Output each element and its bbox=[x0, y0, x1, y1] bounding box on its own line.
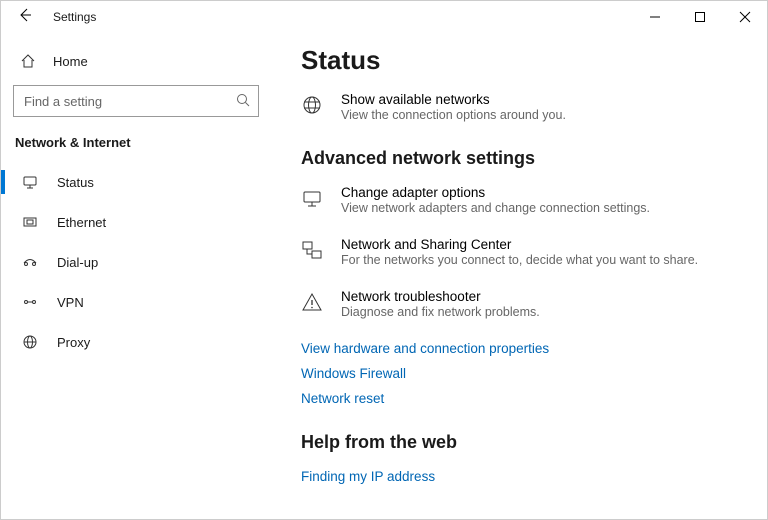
option-title: Show available networks bbox=[341, 92, 566, 107]
show-available-networks[interactable]: Show available networks View the connect… bbox=[301, 92, 737, 122]
option-desc: For the networks you connect to, decide … bbox=[341, 253, 698, 267]
search-icon bbox=[236, 93, 250, 110]
adapter-icon bbox=[301, 187, 323, 209]
option-desc: View network adapters and change connect… bbox=[341, 201, 650, 215]
dialup-icon bbox=[21, 254, 39, 270]
warning-icon bbox=[301, 291, 323, 313]
maximize-button[interactable] bbox=[677, 1, 722, 33]
close-button[interactable] bbox=[722, 1, 767, 33]
change-adapter-options[interactable]: Change adapter options View network adap… bbox=[301, 185, 737, 215]
sidebar-item-status[interactable]: Status bbox=[1, 162, 271, 202]
network-sharing-center[interactable]: Network and Sharing Center For the netwo… bbox=[301, 237, 737, 267]
advanced-heading: Advanced network settings bbox=[301, 148, 737, 169]
sidebar-item-label: Status bbox=[57, 175, 94, 190]
globe-icon bbox=[301, 94, 323, 116]
sidebar-item-label: Proxy bbox=[57, 335, 90, 350]
app-title: Settings bbox=[53, 10, 96, 24]
page-title: Status bbox=[301, 45, 737, 76]
sidebar-item-proxy[interactable]: Proxy bbox=[1, 322, 271, 362]
sidebar-item-ethernet[interactable]: Ethernet bbox=[1, 202, 271, 242]
sharing-icon bbox=[301, 239, 323, 261]
sidebar-category: Network & Internet bbox=[13, 129, 259, 162]
sidebar-nav: Status Ethernet Dial-up VPN bbox=[1, 162, 271, 362]
sidebar-item-dialup[interactable]: Dial-up bbox=[1, 242, 271, 282]
link-network-reset[interactable]: Network reset bbox=[301, 391, 737, 406]
network-troubleshooter[interactable]: Network troubleshooter Diagnose and fix … bbox=[301, 289, 737, 319]
search-box[interactable] bbox=[13, 85, 259, 117]
vpn-icon bbox=[21, 294, 39, 310]
search-input[interactable] bbox=[22, 93, 236, 110]
main-content: Status Show available networks View the … bbox=[271, 33, 767, 519]
option-desc: View the connection options around you. bbox=[341, 108, 566, 122]
home-icon bbox=[19, 53, 37, 69]
home-nav[interactable]: Home bbox=[13, 43, 259, 79]
option-title: Network and Sharing Center bbox=[341, 237, 698, 252]
titlebar: Settings bbox=[1, 1, 767, 33]
home-label: Home bbox=[53, 54, 88, 69]
help-heading: Help from the web bbox=[301, 432, 737, 453]
sidebar-item-vpn[interactable]: VPN bbox=[1, 282, 271, 322]
status-icon bbox=[21, 174, 39, 190]
ethernet-icon bbox=[21, 214, 39, 230]
option-title: Network troubleshooter bbox=[341, 289, 540, 304]
sidebar: Home Network & Internet Status Ethernet bbox=[1, 33, 271, 519]
link-finding-ip[interactable]: Finding my IP address bbox=[301, 469, 737, 484]
proxy-icon bbox=[21, 334, 39, 350]
link-hardware-properties[interactable]: View hardware and connection properties bbox=[301, 341, 737, 356]
link-windows-firewall[interactable]: Windows Firewall bbox=[301, 366, 737, 381]
sidebar-item-label: Dial-up bbox=[57, 255, 98, 270]
back-button[interactable] bbox=[11, 8, 39, 26]
minimize-button[interactable] bbox=[632, 1, 677, 33]
sidebar-item-label: Ethernet bbox=[57, 215, 106, 230]
option-desc: Diagnose and fix network problems. bbox=[341, 305, 540, 319]
sidebar-item-label: VPN bbox=[57, 295, 84, 310]
option-title: Change adapter options bbox=[341, 185, 650, 200]
